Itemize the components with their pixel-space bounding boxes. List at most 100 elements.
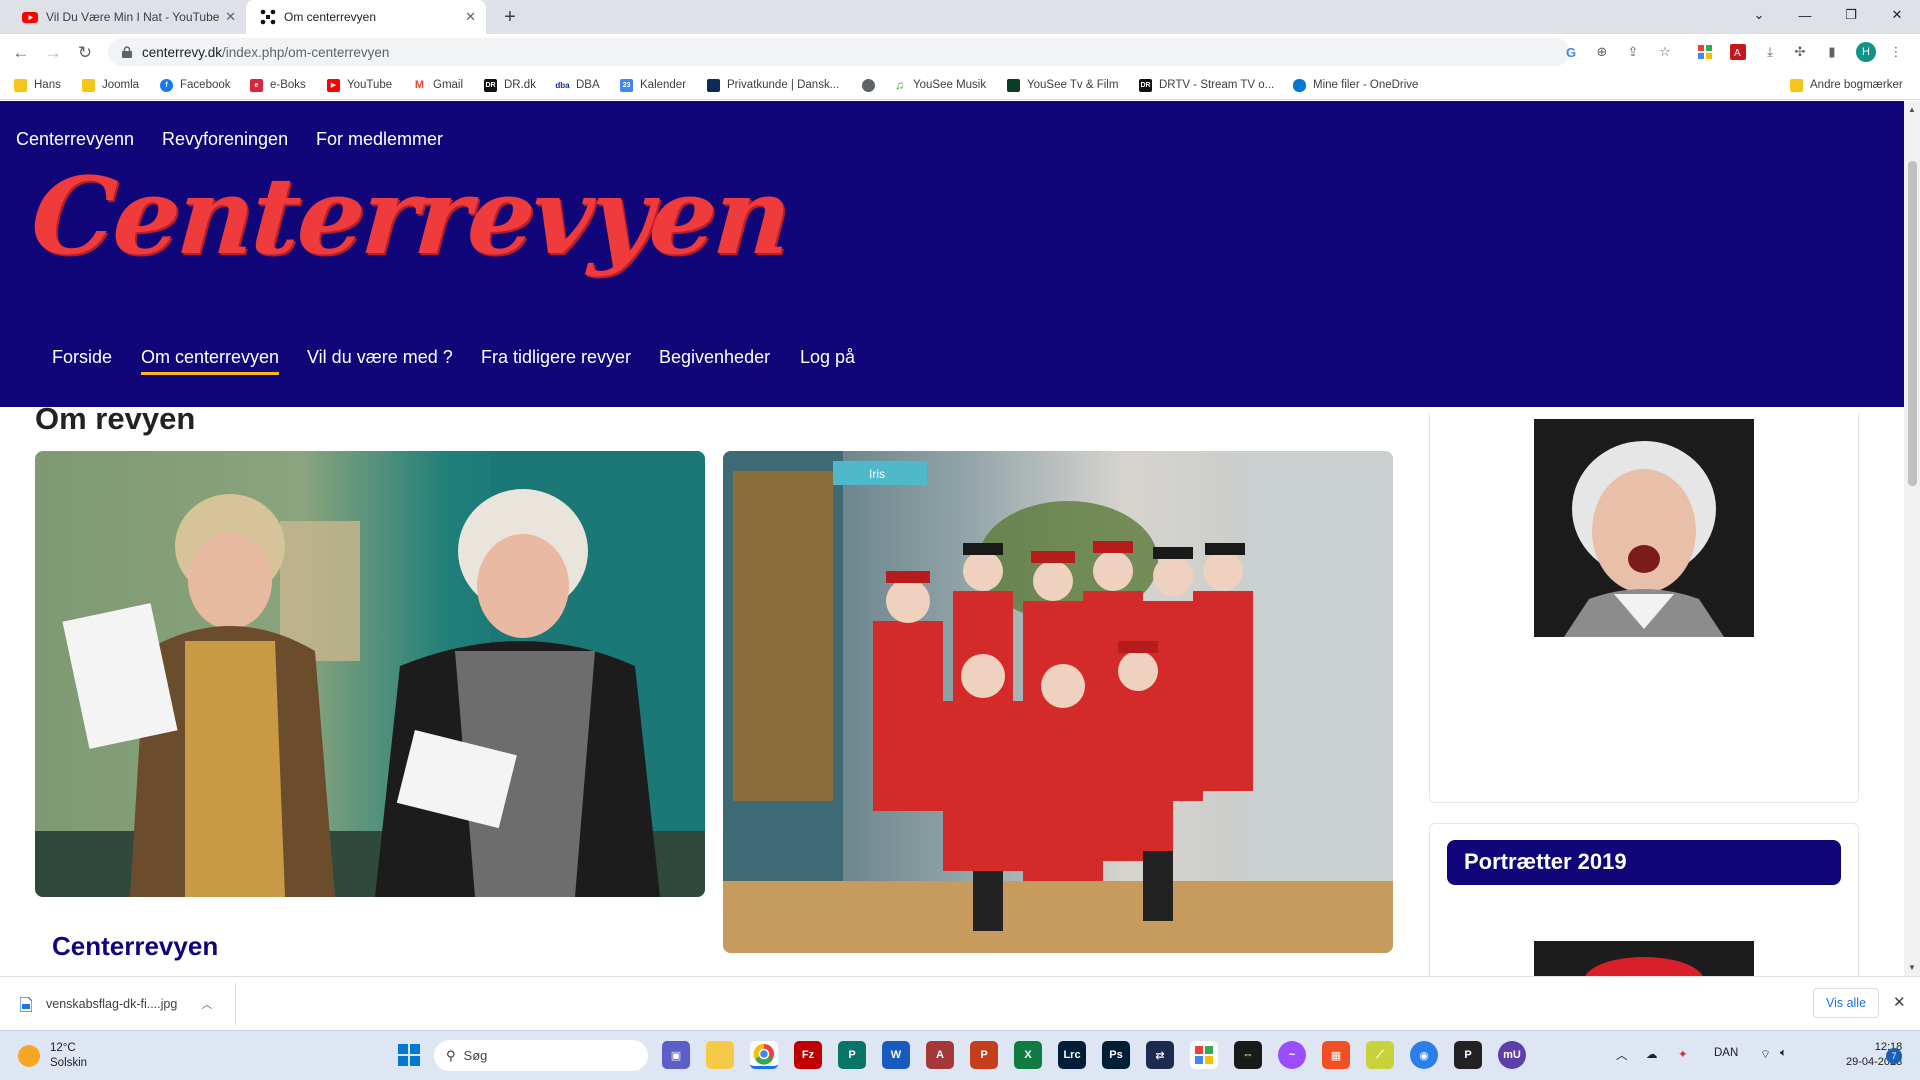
colorful-app-icon[interactable]	[1190, 1041, 1218, 1069]
maximize-button[interactable]: ❐	[1828, 0, 1874, 30]
download-item[interactable]: venskabsflag-dk-fi....jpg ︿	[20, 991, 212, 1017]
tab-om-centerrevyen[interactable]: Om centerrevyen ✕	[246, 0, 486, 34]
bookmark-star-icon[interactable]: ☆	[1656, 43, 1674, 61]
filezilla-icon[interactable]: Fz	[794, 1041, 822, 1069]
close-window-button[interactable]: ✕	[1874, 0, 1920, 30]
weather-desc: Solskin	[50, 1057, 88, 1069]
chrome-icon[interactable]	[750, 1041, 778, 1069]
search-placeholder: Søg	[463, 1048, 488, 1063]
word-icon[interactable]: W	[882, 1041, 910, 1069]
publisher-icon[interactable]: P	[838, 1041, 866, 1069]
new-tab-button[interactable]: +	[496, 4, 524, 30]
close-download-bar-icon[interactable]: ✕	[1893, 993, 1906, 1011]
bookmark-item[interactable]: ▶ YouTube	[327, 76, 392, 94]
lightroom-icon[interactable]: Lrc	[1058, 1041, 1086, 1069]
bookmark-item[interactable]: Privatkunde | Dansk...	[707, 76, 839, 94]
folder-icon	[1790, 78, 1803, 92]
powerpoint-icon[interactable]: P	[970, 1041, 998, 1069]
top-menu-centerrevyenn[interactable]: Centerrevyenn	[16, 129, 134, 150]
messenger-icon[interactable]: ~	[1278, 1041, 1306, 1069]
weather-widget[interactable]: 12°C Solskin	[18, 1041, 87, 1071]
other-bookmarks[interactable]: Andre bogmærker	[1790, 76, 1903, 94]
file-explorer-icon[interactable]	[706, 1041, 734, 1069]
bookmark-item[interactable]: 23 Kalender	[620, 76, 686, 94]
address-bar[interactable]: centerrevy.dk/index.php/om-centerrevyen	[108, 38, 1570, 66]
zoom-icon[interactable]: ⊕	[1593, 43, 1611, 61]
bookmark-item[interactable]: f Facebook	[160, 76, 231, 94]
chevron-up-icon[interactable]: ︿	[201, 996, 212, 1012]
profile-avatar[interactable]: H	[1856, 42, 1876, 62]
bookmark-item[interactable]: Mine filer - OneDrive	[1293, 76, 1418, 94]
drtv-icon: DR	[1139, 78, 1152, 92]
site-header: Centerrevyenn Revyforeningen For medlemm…	[0, 101, 1904, 407]
musescore-icon[interactable]: mU	[1498, 1041, 1526, 1069]
forward-icon[interactable]: →	[40, 40, 66, 66]
menu-begivenheder[interactable]: Begivenheder	[659, 347, 770, 372]
control-panel-icon[interactable]: ⇄	[1146, 1041, 1174, 1069]
onedrive-icon	[1293, 78, 1306, 92]
svg-text:A: A	[1734, 48, 1741, 59]
page-scrollbar[interactable]: ▲ ▼	[1904, 101, 1920, 976]
dba-icon: dba	[555, 78, 570, 92]
minimize-button[interactable]: —	[1782, 0, 1828, 30]
site-logo[interactable]: Centerrevyen	[28, 153, 793, 278]
close-tab-icon[interactable]: ✕	[225, 9, 236, 25]
notification-badge[interactable]: 7	[1886, 1048, 1902, 1064]
tray-app-icon[interactable]: ✦	[1678, 1047, 1688, 1061]
bookmark-item[interactable]: M Gmail	[413, 76, 463, 94]
extensions-puzzle-icon[interactable]: ✣	[1790, 42, 1810, 62]
top-menu-revyforeningen[interactable]: Revyforeningen	[162, 129, 288, 150]
show-all-button[interactable]: Vis alle	[1813, 988, 1879, 1018]
language-indicator[interactable]: DAN	[1714, 1047, 1738, 1059]
firefox-icon[interactable]: ◉	[1410, 1041, 1438, 1069]
menu-kebab-icon[interactable]: ⋮	[1886, 42, 1906, 62]
office-icon[interactable]: ▦	[1322, 1041, 1350, 1069]
bank-icon	[707, 78, 720, 92]
bookmark-item[interactable]: Joomla	[82, 76, 139, 94]
music-icon: ♫	[893, 78, 906, 92]
scroll-up-icon[interactable]: ▲	[1908, 105, 1916, 114]
bookmark-item[interactable]: DR DRTV - Stream TV o...	[1139, 76, 1274, 94]
tray-chevron-icon[interactable]: ︿	[1616, 1047, 1628, 1063]
google-translate-icon[interactable]: G	[1562, 43, 1580, 61]
reload-icon[interactable]: ↻	[72, 40, 98, 66]
pdf-extension-icon[interactable]: A	[1728, 42, 1748, 62]
wifi-icon[interactable]: ⌔	[1760, 1047, 1771, 1062]
teams-chat-icon[interactable]: ▣	[662, 1041, 690, 1069]
taskbar-search[interactable]: ⚲ Søg	[434, 1040, 648, 1071]
menu-fra-tidligere-revyer[interactable]: Fra tidligere revyer	[481, 347, 631, 372]
bookmark-item[interactable]: YouSee Tv & Film	[1007, 76, 1118, 94]
menu-forside[interactable]: Forside	[52, 347, 112, 372]
volume-icon[interactable]: 🔈︎	[1780, 1047, 1787, 1060]
back-icon[interactable]: ←	[8, 40, 34, 66]
bookmark-item[interactable]: e e-Boks	[250, 76, 306, 94]
side-panel-icon[interactable]: ▮	[1822, 42, 1842, 62]
bookmark-item[interactable]: ♫ YouSee Musik	[893, 76, 986, 94]
access-icon[interactable]: A	[926, 1041, 954, 1069]
windows-start-icon[interactable]	[395, 1041, 423, 1069]
bookmark-item[interactable]: DR DR.dk	[484, 76, 536, 94]
tab-search-icon[interactable]: ⌄	[1736, 0, 1782, 30]
bookmark-item[interactable]: Hans	[14, 76, 61, 94]
menu-om-centerrevyen[interactable]: Om centerrevyen	[141, 347, 280, 375]
extension-colorful-icon[interactable]	[1695, 42, 1715, 62]
chart-app-icon[interactable]: ⟋	[1366, 1041, 1394, 1069]
bookmark-item[interactable]	[862, 76, 882, 94]
photoshop-icon[interactable]: Ps	[1102, 1041, 1130, 1069]
top-menu-for-medlemmer[interactable]: For medlemmer	[316, 129, 443, 150]
close-tab-icon[interactable]: ✕	[465, 9, 476, 25]
scroll-down-icon[interactable]: ▼	[1908, 963, 1916, 972]
scrollbar-thumb[interactable]	[1908, 161, 1917, 486]
pixlr-icon[interactable]: P	[1454, 1041, 1482, 1069]
onedrive-tray-icon[interactable]: ☁	[1646, 1047, 1658, 1061]
bookmark-item[interactable]: dba DBA	[555, 76, 600, 94]
portraits-2019-heading: Portrætter 2019	[1447, 840, 1841, 885]
menu-log-pa[interactable]: Log på	[800, 347, 855, 372]
tab-youtube[interactable]: Vil Du Være Min I Nat - YouTube ✕	[8, 0, 246, 34]
excel-icon[interactable]: X	[1014, 1041, 1042, 1069]
menu-vil-du-vaere-med[interactable]: Vil du være med ?	[307, 347, 453, 372]
teamviewer-icon[interactable]: ⇔	[1234, 1041, 1262, 1069]
share-icon[interactable]: ⇪	[1624, 43, 1642, 61]
downloads-icon[interactable]: ⤓	[1760, 42, 1780, 62]
portrait-image-2	[1534, 941, 1754, 976]
